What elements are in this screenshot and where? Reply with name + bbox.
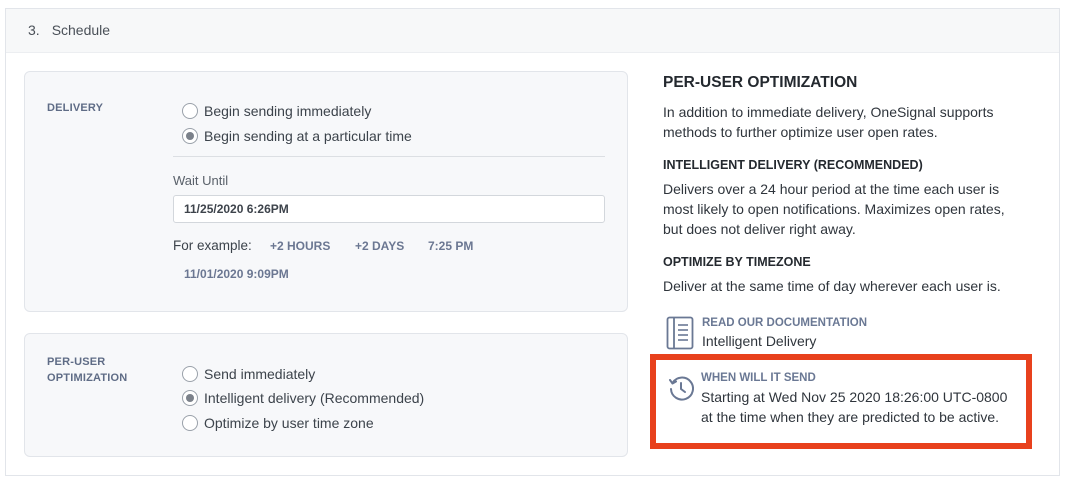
intelligent-line1: Delivers over a 24 hour period at the ti… xyxy=(663,181,1000,197)
radio-intelligent-delivery[interactable]: Intelligent delivery (Recommended) xyxy=(182,388,424,408)
timezone-heading: OPTIMIZE BY TIMEZONE xyxy=(663,255,811,269)
section-title-text: Schedule xyxy=(51,22,111,38)
radio-circle[interactable] xyxy=(182,366,198,382)
example-plus-2-hours[interactable]: +2 HOURS xyxy=(270,239,330,253)
send-description: at the time when they are predicted to b… xyxy=(701,409,1000,425)
info-intro-line2: methods to further optimize user open ra… xyxy=(663,124,938,140)
per-user-label-line2: OPTIMIZATION xyxy=(47,372,128,384)
read-documentation-link[interactable]: READ OUR DOCUMENTATION xyxy=(702,317,867,329)
send-start-time: Starting at Wed Nov 25 2020 18:26:00 UTC… xyxy=(701,389,1008,405)
example-plus-2-days[interactable]: +2 DAYS xyxy=(355,239,404,253)
radio-label: Optimize by user time zone xyxy=(204,415,374,431)
intelligent-delivery-doc-link[interactable]: Intelligent Delivery xyxy=(702,333,816,349)
radio-send-immediately[interactable]: Send immediately xyxy=(182,364,315,384)
info-intro: In addition to immediate delivery, OneSi… xyxy=(663,102,1043,142)
radio-circle-selected[interactable] xyxy=(182,128,198,144)
radio-circle[interactable] xyxy=(182,415,198,431)
intelligent-line3: but does not deliver right away. xyxy=(663,221,856,237)
when-will-it-send-box: WHEN WILL IT SEND Starting at Wed Nov 25… xyxy=(650,354,1032,449)
radio-begin-particular-time[interactable]: Begin sending at a particular time xyxy=(182,126,412,146)
example-date[interactable]: 11/01/2020 9:09PM xyxy=(184,267,289,281)
radio-begin-immediately[interactable]: Begin sending immediately xyxy=(182,101,371,121)
intelligent-line2: most likely to open notifications. Maxim… xyxy=(663,201,1005,217)
timezone-text: Deliver at the same time of day wherever… xyxy=(663,278,1001,294)
documentation-link-block[interactable]: READ OUR DOCUMENTATION Intelligent Deliv… xyxy=(666,316,1026,352)
wait-until-label: Wait Until xyxy=(173,173,229,188)
divider xyxy=(173,156,605,157)
radio-label: Begin sending at a particular time xyxy=(204,128,412,144)
radio-circle[interactable] xyxy=(182,103,198,119)
per-user-label-line1: PER-USER xyxy=(47,356,106,368)
document-icon xyxy=(666,316,694,350)
card-header: 3. Schedule xyxy=(6,9,1059,53)
per-user-label: PER-USER OPTIMIZATION xyxy=(47,354,127,386)
intelligent-delivery-heading: INTELLIGENT DELIVERY (RECOMMENDED) xyxy=(663,158,923,172)
wait-until-input[interactable] xyxy=(173,195,605,223)
delivery-label: DELIVERY xyxy=(47,102,104,114)
radio-label: Intelligent delivery (Recommended) xyxy=(204,390,425,406)
per-user-panel: PER-USER OPTIMIZATION Send immediately I… xyxy=(24,333,628,457)
example-label: For example: xyxy=(173,238,252,253)
intelligent-delivery-text: Delivers over a 24 hour period at the ti… xyxy=(663,179,1043,239)
radio-label: Begin sending immediately xyxy=(204,103,372,119)
section-title: 3. Schedule xyxy=(28,22,110,38)
info-title: PER-USER OPTIMIZATION xyxy=(663,74,858,91)
radio-optimize-timezone[interactable]: Optimize by user time zone xyxy=(182,413,374,433)
example-time[interactable]: 7:25 PM xyxy=(428,239,473,253)
section-number: 3. xyxy=(28,22,40,38)
info-intro-line1: In addition to immediate delivery, OneSi… xyxy=(663,104,994,120)
when-will-it-send-label: WHEN WILL IT SEND xyxy=(701,372,816,384)
radio-label: Send immediately xyxy=(204,366,316,382)
clock-history-icon xyxy=(669,376,694,401)
delivery-panel: DELIVERY Begin sending immediately Begin… xyxy=(24,71,628,312)
radio-circle-selected[interactable] xyxy=(182,390,198,406)
